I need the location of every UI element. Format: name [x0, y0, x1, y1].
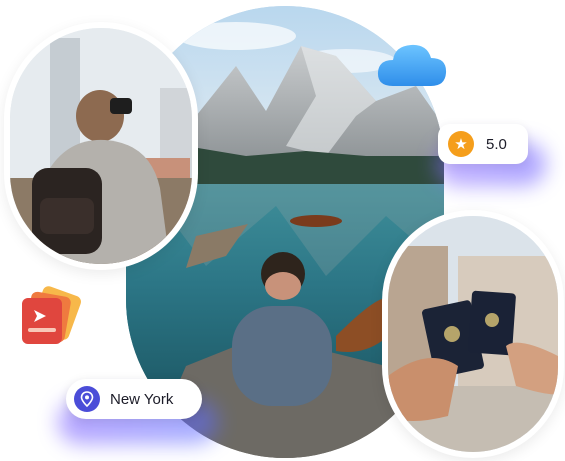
backpacker-photo-frame [4, 22, 198, 270]
plane-ticket-icon [22, 286, 81, 344]
passports-scene [388, 216, 558, 452]
rating-badge: ★ 5.0 [438, 124, 528, 164]
location-pill[interactable]: New York [66, 379, 202, 419]
backpacker-photo [10, 28, 192, 264]
passports-photo-frame [382, 210, 564, 458]
rating-value: 5.0 [486, 135, 507, 153]
backpacker-scene [10, 28, 192, 264]
star-icon: ★ [448, 131, 474, 157]
cloud-icon [377, 44, 447, 86]
location-pin-icon [74, 386, 100, 412]
passports-photo [388, 216, 558, 452]
location-label: New York [110, 390, 174, 408]
